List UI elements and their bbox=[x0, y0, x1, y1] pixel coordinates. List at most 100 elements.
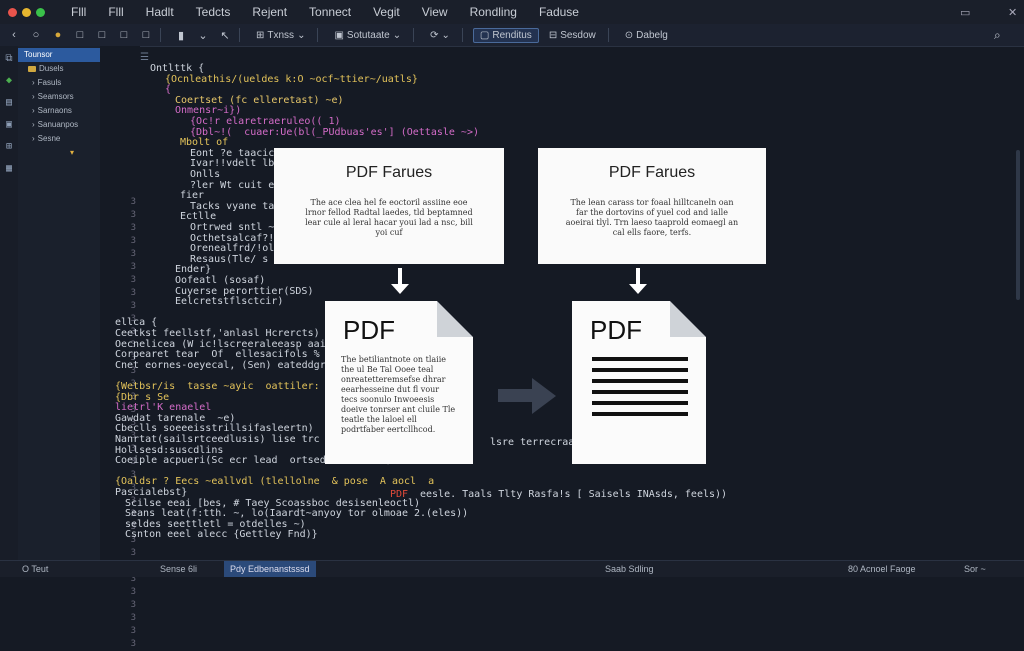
toolbar: ‹ ○ ● □ □ □ □ ▮ ⌄ ↖ ⊞ Txnss ⌄ ▣ Sotutaate ⌄ … bbox=[0, 24, 1024, 47]
code-editor[interactable]: ☰ PDF eesle. Taals Tlty Rasfa!s [ Saisel… bbox=[110, 52, 1010, 560]
chevron-down-icon[interactable]: ▾ bbox=[18, 146, 100, 160]
code-line: Eelcretstflsctcir) bbox=[175, 296, 284, 308]
menu-item-7[interactable]: Vegit bbox=[362, 5, 411, 19]
pdf-label: PDF bbox=[343, 315, 395, 345]
status-item[interactable]: 80 Acnoel Faoge bbox=[848, 564, 916, 574]
sidebar-item-label: Sanuanpos bbox=[37, 120, 79, 129]
pdf-label: PDF bbox=[590, 315, 642, 345]
square-icon-3[interactable]: □ bbox=[116, 29, 132, 41]
sidebar-item-folder[interactable]: Dusels bbox=[18, 62, 100, 76]
toolbar-button-4[interactable]: ⊟ Sesdow bbox=[543, 29, 602, 42]
sidebar-item-label: Tounsor bbox=[24, 50, 53, 59]
color-icon[interactable]: ◆ bbox=[0, 72, 18, 90]
menu-item-2[interactable]: Flll bbox=[97, 5, 134, 19]
search-icon[interactable]: ⌕ bbox=[994, 28, 1001, 43]
menu-item-1[interactable]: Flll bbox=[60, 5, 97, 19]
chevron-down-icon: ⌄ bbox=[297, 29, 306, 41]
arrow-right-icon bbox=[498, 378, 556, 414]
toolbar-icon: ▣ bbox=[334, 29, 344, 41]
menu-item-10[interactable]: Faduse bbox=[528, 5, 590, 19]
fold-icon: ☰ bbox=[140, 52, 149, 63]
sidebar-item[interactable]: › Sarnaons bbox=[18, 104, 100, 118]
toolbar-button-label: Dabelg bbox=[636, 29, 668, 41]
code-line: {Dbl~!( cuaer:Ue(bl(_PUdbuas'es'] (Oetta… bbox=[190, 126, 479, 138]
restore-icon[interactable]: ▭ bbox=[960, 6, 970, 19]
sidebar-item[interactable]: › Sesne bbox=[18, 132, 100, 146]
status-active-tab[interactable]: Pdy Edbenanstsssd bbox=[224, 561, 316, 577]
window-buttons bbox=[0, 7, 60, 17]
card-title: PDF Farues bbox=[345, 164, 433, 181]
explorer-icon[interactable]: ⧉ bbox=[0, 50, 18, 68]
menu-item-4[interactable]: Tedcts bbox=[185, 5, 242, 19]
status-item[interactable]: Sense 6li bbox=[160, 564, 197, 574]
code-tail: eesle. Taals Tlty Rasfa!s [ Saisels INAs… bbox=[420, 489, 728, 500]
arrow-down-icon-head bbox=[391, 284, 409, 294]
toolbar-button-renditus[interactable]: ▢ Renditus bbox=[472, 27, 539, 43]
code-line: { bbox=[165, 84, 172, 96]
sidebar-item-label: Seamsors bbox=[37, 92, 74, 101]
file-icon[interactable]: ▮ bbox=[173, 29, 189, 42]
toolbar-button-label: Sesdow bbox=[560, 29, 596, 41]
toolbar-button-label: Sotutaate bbox=[346, 29, 390, 41]
circle-icon[interactable]: ○ bbox=[28, 29, 44, 41]
refresh-icon: ⟳ bbox=[430, 29, 439, 41]
toolbar-icon: ⊞ bbox=[256, 29, 265, 41]
record-icon[interactable]: ● bbox=[50, 29, 66, 41]
menu-item-9[interactable]: Rondling bbox=[459, 5, 528, 19]
line-number: 3 bbox=[130, 639, 136, 649]
sidebar-item-label: Dusels bbox=[39, 64, 64, 73]
pdf-document-2: PDF bbox=[572, 301, 706, 464]
code-line: ?ler Wt cuit ean bbox=[190, 179, 287, 191]
menu-item-5[interactable]: Rejent bbox=[241, 5, 298, 19]
maximize-dot-icon[interactable] bbox=[36, 7, 45, 17]
status-item[interactable]: Saab Sdling bbox=[605, 564, 654, 574]
back-icon[interactable]: ‹ bbox=[6, 29, 22, 41]
toolbar-divider bbox=[413, 28, 415, 42]
dashboard-icon[interactable]: ▣ bbox=[0, 116, 18, 134]
pdf-document-1: PDF The betiliantnote on tlaiie the ul B… bbox=[325, 301, 473, 464]
close-dot-icon[interactable] bbox=[8, 7, 17, 17]
debug-button[interactable]: ⊙ Dabelg bbox=[619, 29, 674, 42]
file-explorer: Tounsor Dusels › Fasuls › Seamsors › Sarnao… bbox=[18, 46, 100, 560]
extensions-icon[interactable]: ▤ bbox=[0, 94, 18, 112]
toolbar-button-1[interactable]: ⊞ Txnss ⌄ bbox=[250, 29, 311, 42]
arrow-down-icon-head bbox=[629, 284, 647, 294]
card-text: The lean carass tor foaal hilltcaneln oa… bbox=[565, 198, 739, 237]
toolbar-divider bbox=[239, 28, 240, 42]
folder-icon bbox=[28, 66, 36, 72]
toolbar-divider bbox=[317, 28, 319, 42]
refresh-button[interactable]: ⟳ ⌄ bbox=[424, 29, 456, 42]
menu-item-view[interactable]: View bbox=[411, 5, 459, 19]
sidebar-item-root[interactable]: Tounsor bbox=[18, 48, 100, 62]
toolbar-button-label: Txnss bbox=[267, 29, 295, 41]
line-number: 3 bbox=[130, 600, 136, 610]
chevron-right-icon: › bbox=[32, 92, 35, 101]
sidebar-item[interactable]: › Fasuls bbox=[18, 76, 100, 90]
toolbar-divider bbox=[607, 28, 609, 42]
close-icon[interactable]: ✕ bbox=[1008, 6, 1017, 19]
status-item[interactable]: Sor ~ bbox=[964, 564, 986, 574]
square-icon-4[interactable]: □ bbox=[138, 29, 154, 41]
chevron-down-icon[interactable]: ⌄ bbox=[195, 29, 211, 42]
arrow-icon[interactable]: ↖ bbox=[217, 29, 233, 42]
sidebar-item[interactable]: › Sanuanpos bbox=[18, 118, 100, 132]
status-bar: O Teut Sense 6li Pdy Edbenanstsssd Saab … bbox=[0, 560, 1024, 577]
editor-scrollbar[interactable] bbox=[1016, 150, 1020, 300]
toolbar-button-2[interactable]: ▣ Sotutaate ⌄ bbox=[328, 29, 407, 42]
grid-icon[interactable]: ⊞ bbox=[0, 138, 18, 156]
menu-item-3[interactable]: Hadlt bbox=[135, 5, 185, 19]
square-icon-1[interactable]: □ bbox=[72, 29, 88, 41]
minimize-dot-icon[interactable] bbox=[22, 7, 31, 17]
menubar: Flll Flll Hadlt Tedcts Rejent Tonnect Ve… bbox=[0, 0, 1024, 24]
square-icon-2[interactable]: □ bbox=[94, 29, 110, 41]
chevron-down-icon: ⌄ bbox=[441, 29, 450, 41]
toolbar-divider bbox=[461, 28, 463, 42]
chevron-right-icon: › bbox=[32, 106, 35, 115]
menu-item-6[interactable]: Tonnect bbox=[298, 5, 362, 19]
status-left[interactable]: O Teut bbox=[22, 564, 48, 574]
docs-icon[interactable]: ▦ bbox=[0, 160, 18, 178]
text-lines-icon bbox=[592, 357, 688, 423]
sidebar-item[interactable]: › Seamsors bbox=[18, 90, 100, 104]
sidebar-item-label: Fasuls bbox=[37, 78, 62, 87]
arrow-down-icon bbox=[398, 268, 402, 284]
